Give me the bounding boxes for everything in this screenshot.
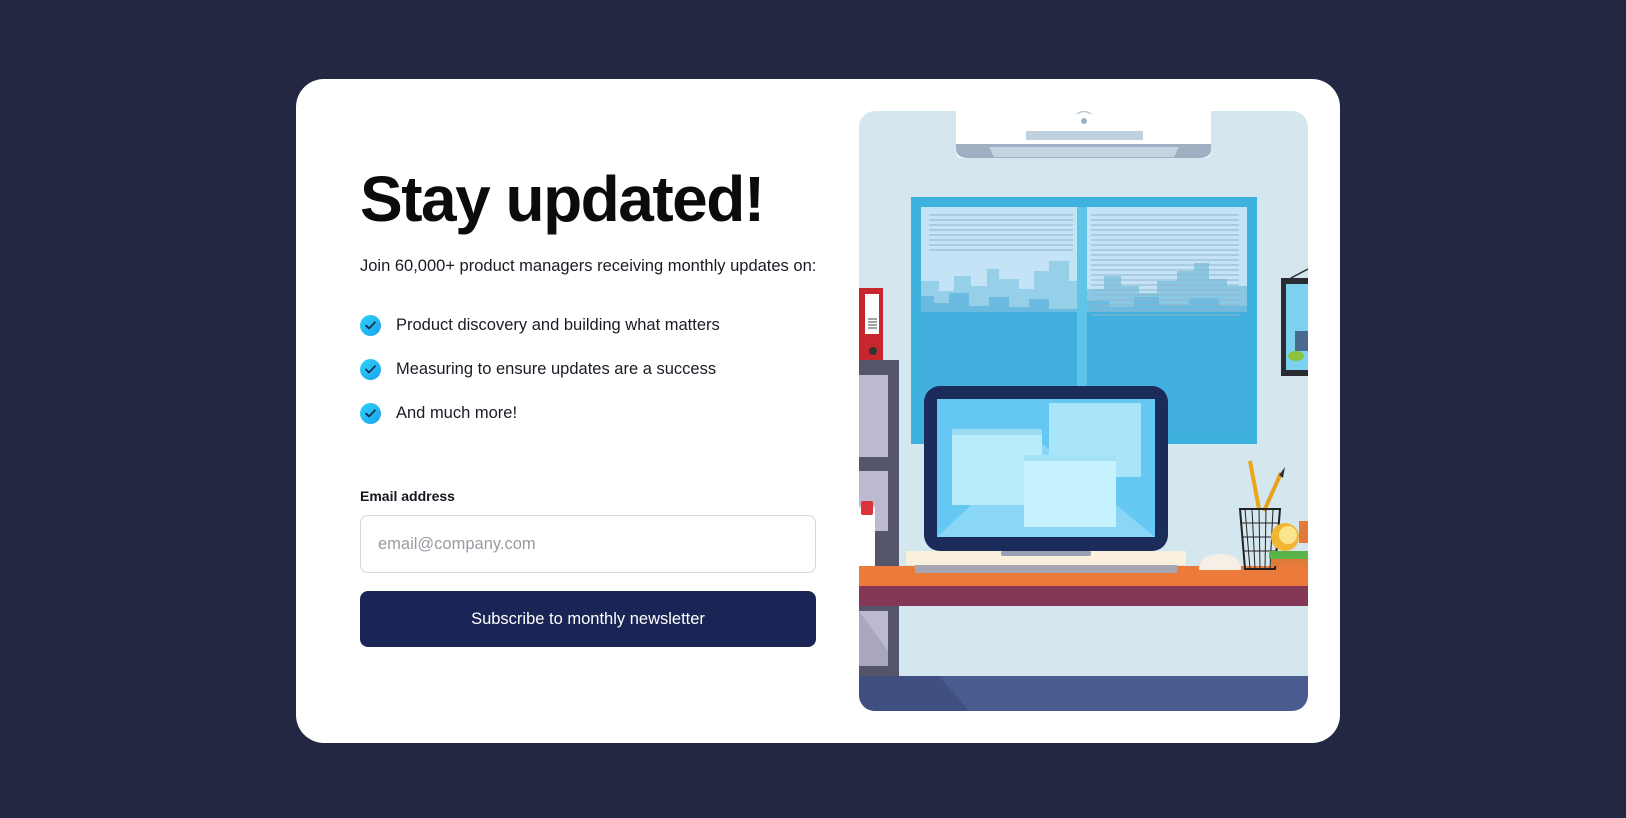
- air-conditioner-icon: [956, 111, 1211, 158]
- newsletter-content: Stay updated! Join 60,000+ product manag…: [360, 79, 816, 743]
- binder-icon: [859, 288, 883, 360]
- check-circle-icon: [360, 403, 381, 424]
- list-item: And much more!: [360, 403, 720, 424]
- feature-text: And much more!: [396, 404, 518, 422]
- office-illustration: [859, 111, 1308, 711]
- feature-text: Product discovery and building what matt…: [396, 316, 720, 334]
- intro-text: Join 60,000+ product managers receiving …: [360, 257, 817, 275]
- check-circle-icon: [360, 359, 381, 380]
- email-field[interactable]: [360, 515, 816, 573]
- feature-list: Product discovery and building what matt…: [360, 315, 720, 447]
- bottle-icon: [859, 501, 875, 568]
- picture-frame-icon: [1281, 268, 1308, 376]
- list-item: Measuring to ensure updates are a succes…: [360, 359, 720, 380]
- check-circle-icon: [360, 315, 381, 336]
- page-title: Stay updated!: [360, 163, 765, 235]
- feature-text: Measuring to ensure updates are a succes…: [396, 360, 717, 378]
- newsletter-card: Stay updated! Join 60,000+ product manag…: [296, 79, 1340, 743]
- list-item: Product discovery and building what matt…: [360, 315, 720, 336]
- laptop-icon: [906, 386, 1186, 573]
- email-label: Email address: [360, 488, 455, 504]
- subscribe-button[interactable]: Subscribe to monthly newsletter: [360, 591, 816, 647]
